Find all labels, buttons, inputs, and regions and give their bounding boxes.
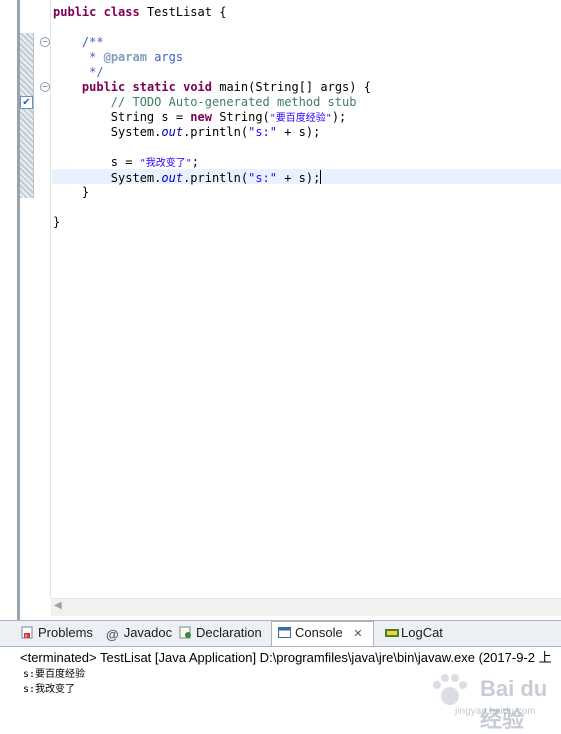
code-line[interactable]: * @param args: [53, 50, 183, 65]
tab-problems[interactable]: x Problems: [21, 622, 93, 644]
code-line[interactable]: public static void main(String[] args) {: [53, 80, 371, 95]
tab-javadoc[interactable]: @ Javadoc: [106, 622, 172, 644]
code-line[interactable]: System.out.println("s:" + s);: [53, 170, 322, 186]
code-editor[interactable]: − − public class TestLisat { /** * @para…: [0, 0, 561, 598]
console-status: <terminated> TestLisat [Java Application…: [20, 650, 552, 665]
code-line[interactable]: */: [53, 65, 103, 80]
tab-logcat[interactable]: LogCat: [384, 622, 443, 644]
code-line[interactable]: // TODO Auto-generated method stub: [53, 95, 357, 110]
horizontal-scrollbar[interactable]: [51, 598, 561, 616]
watermark-brand: Bai du 经验: [480, 676, 548, 732]
task-checkbox-icon[interactable]: ✔: [20, 96, 33, 109]
code-line[interactable]: String s = new String("要百度经验");: [53, 110, 346, 126]
logcat-icon: [384, 624, 399, 637]
fold-toggle-icon[interactable]: −: [40, 37, 50, 47]
problems-icon: x: [21, 624, 34, 640]
code-line[interactable]: }: [53, 215, 60, 230]
watermark-url: jingyan.baidu.com: [455, 706, 536, 717]
declaration-icon: [179, 624, 192, 639]
console-icon: [278, 624, 291, 638]
javadoc-icon: @: [106, 627, 119, 642]
tab-console[interactable]: Console ✕: [271, 621, 374, 646]
tab-declaration[interactable]: Declaration: [179, 622, 262, 644]
fold-toggle-icon[interactable]: −: [40, 82, 50, 92]
code-line[interactable]: /**: [53, 35, 104, 50]
scroll-left-icon[interactable]: ◀: [54, 600, 62, 611]
code-line[interactable]: s = "我改变了";: [53, 155, 199, 171]
left-margin: [0, 0, 17, 620]
code-line[interactable]: }: [53, 185, 89, 200]
text-caret: [320, 170, 322, 184]
code-line[interactable]: System.out.println("s:" + s);: [53, 125, 321, 140]
code-line[interactable]: public class TestLisat {: [53, 5, 226, 20]
change-marker-bar: [20, 113, 34, 198]
gutter-divider: [50, 0, 51, 598]
close-icon[interactable]: ✕: [353, 628, 362, 640]
